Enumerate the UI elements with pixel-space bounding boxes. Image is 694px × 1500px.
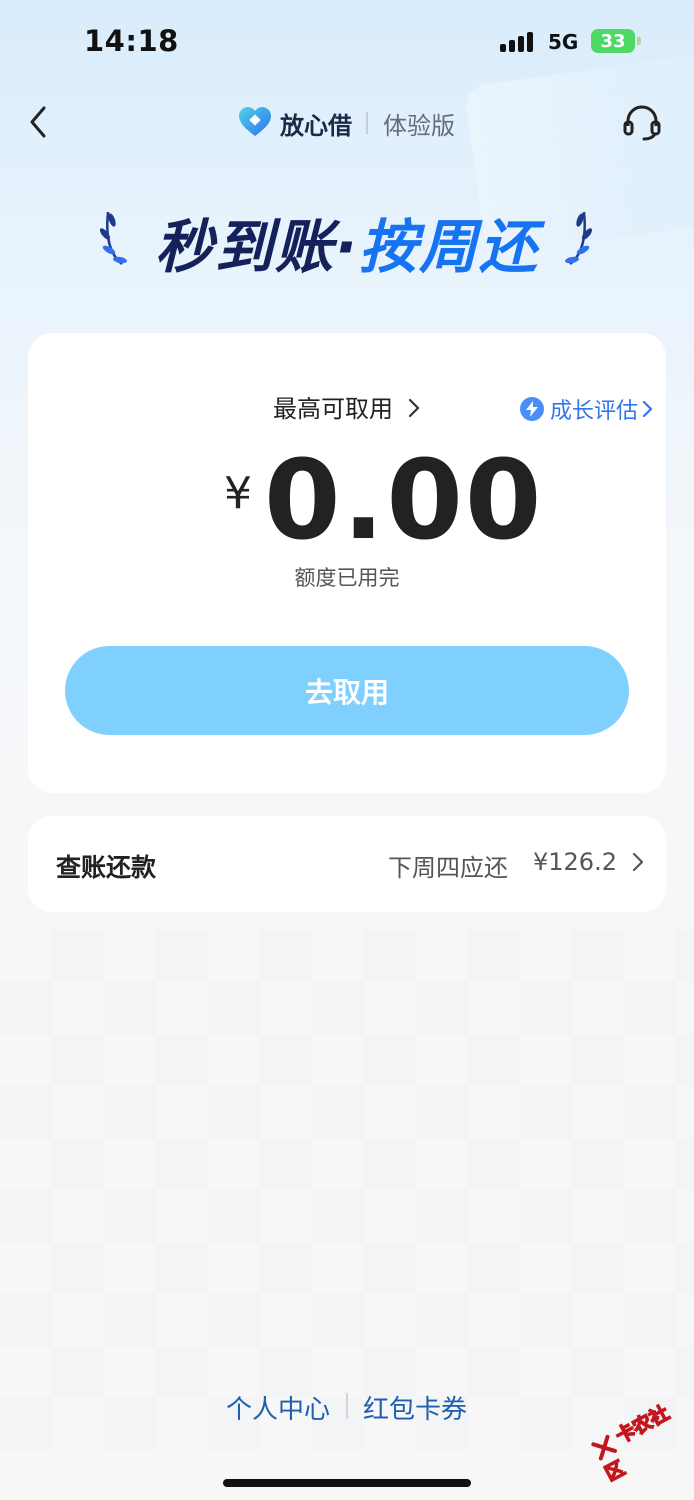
draw-button[interactable]: 去取用: [65, 646, 629, 735]
battery-level: 33: [600, 30, 626, 52]
chevron-right-icon: [408, 398, 419, 418]
growth-evaluation-label: 成长评估: [550, 399, 639, 424]
available-amount: 0.00: [264, 436, 544, 564]
version-label: 体验版: [383, 112, 455, 140]
bottom-links-divider: [346, 1393, 348, 1419]
repay-due-amount-wrap: ¥126.2: [533, 848, 645, 876]
repay-due-label: 下周四应还: [388, 854, 508, 882]
slogan-part2: 按周还: [359, 213, 540, 281]
status-time: 14:18: [84, 24, 179, 58]
quota-status: 额度已用完: [294, 566, 400, 590]
chevron-right-icon: [632, 852, 643, 872]
brand-name: 放心借: [280, 112, 352, 140]
header-divider: [366, 112, 368, 134]
customer-service-button[interactable]: [622, 104, 662, 142]
currency-symbol: ¥: [224, 468, 252, 519]
signal-icon: [500, 30, 536, 52]
back-button[interactable]: [24, 104, 54, 140]
bolt-icon: [520, 397, 544, 421]
personal-center-link[interactable]: 个人中心: [226, 1389, 330, 1426]
battery-tip: [637, 37, 641, 45]
home-indicator[interactable]: [223, 1479, 471, 1487]
chevron-left-icon: [30, 106, 46, 138]
logo-heart-icon: [238, 106, 272, 138]
max-available-link[interactable]: 最高可取用: [273, 389, 421, 424]
repay-title: 查账还款: [56, 853, 157, 882]
laurel-right-icon: [558, 206, 596, 266]
chevron-right-icon: [642, 400, 653, 418]
slogan-dot: ·: [334, 213, 360, 281]
battery-icon: 33: [591, 29, 635, 53]
max-available-label: 最高可取用: [273, 395, 393, 423]
growth-evaluation-link[interactable]: 成长评估: [520, 393, 653, 425]
background-pattern: [0, 930, 694, 1450]
headset-icon: [623, 105, 661, 141]
network-type: 5G: [548, 30, 579, 54]
slogan-part1: 秒到账: [154, 213, 335, 281]
coupons-link[interactable]: 红包卡券: [363, 1389, 467, 1426]
repay-due-amount: ¥126.2: [533, 848, 617, 876]
